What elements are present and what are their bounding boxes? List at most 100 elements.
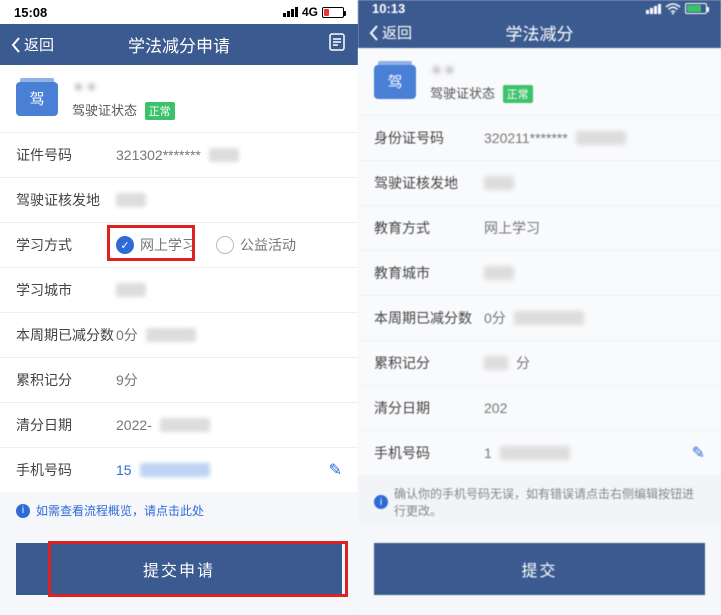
hint-row[interactable]: i 如需查看流程概览，请点击此处 xyxy=(0,492,358,523)
clear-label: 清分日期 xyxy=(374,398,484,418)
hint-text: 如需查看流程概览，请点击此处 xyxy=(36,502,204,519)
row-city: 学习城市 xyxy=(0,267,358,312)
cycle-label: 本周期已减分数 xyxy=(16,325,116,345)
cycle-value: 0分 xyxy=(116,325,138,345)
license-status-row: 驾驶证状态 正常 xyxy=(430,83,533,103)
city-value-masked xyxy=(484,266,514,280)
info-icon: i xyxy=(374,495,388,509)
page-title: 学法减分 xyxy=(506,20,574,45)
row-cycle: 本周期已减分数 0分 xyxy=(0,312,358,357)
id-value: 321302******* xyxy=(116,147,201,163)
form: 证件号码 321302******* 驾驶证核发地 学习方式 网上学习 公益活动… xyxy=(0,132,358,492)
status-indicators: 4G xyxy=(283,5,344,19)
row-method: 教育方式 网上学习 xyxy=(358,205,721,250)
masked xyxy=(140,463,210,477)
network-label: 4G xyxy=(302,5,318,19)
edit-icon[interactable]: ✎ xyxy=(692,443,705,463)
status-bar: 15:08 4G xyxy=(0,0,358,24)
edit-icon[interactable]: ✎ xyxy=(329,460,342,480)
chevron-left-icon xyxy=(368,24,380,42)
license-badge-icon: 驾 xyxy=(374,65,416,99)
signal-icon xyxy=(283,7,298,17)
wifi-icon xyxy=(665,3,681,15)
method-value: 网上学习 xyxy=(484,218,705,238)
issue-label: 驾驶证核发地 xyxy=(16,190,116,210)
clear-value: 2022- xyxy=(116,417,152,433)
nav-bar: 返回 学法减分申请 xyxy=(0,24,358,65)
row-phone: 手机号码 15 ✎ xyxy=(0,447,358,492)
chevron-left-icon xyxy=(10,36,22,54)
cycle-value: 0分 xyxy=(484,308,506,328)
submit-button[interactable]: 提交 xyxy=(374,543,705,595)
masked xyxy=(160,418,210,432)
cycle-label: 本周期已减分数 xyxy=(374,308,484,328)
phone-value: 1 xyxy=(484,445,492,461)
issue-value-masked xyxy=(116,193,146,207)
issue-label: 驾驶证核发地 xyxy=(374,173,484,193)
phone-label: 手机号码 xyxy=(16,460,116,480)
masked xyxy=(514,311,584,325)
page-title: 学法减分申请 xyxy=(128,32,230,57)
accum-value: 分 xyxy=(516,353,530,373)
row-phone: 手机号码 1 ✎ xyxy=(358,430,721,475)
radio-public[interactable]: 公益活动 xyxy=(216,235,296,255)
radio-checked-icon xyxy=(116,236,134,254)
status-badge: 正常 xyxy=(503,85,533,103)
masked xyxy=(146,328,196,342)
phone-value: 15 xyxy=(116,462,132,478)
info-icon: i xyxy=(16,504,30,518)
row-method: 学习方式 网上学习 公益活动 xyxy=(0,222,358,267)
user-name: ＊＊ xyxy=(430,60,533,79)
nav-bar: 返回 学法减分 xyxy=(358,18,721,48)
user-name: ＊＊ xyxy=(72,77,175,96)
phone-right: 10:13 返回 学法减分 驾 ＊＊ 驾驶证状态 正常 身份证号码 320211… xyxy=(358,0,721,615)
battery-icon xyxy=(322,7,344,18)
city-label: 学习城市 xyxy=(16,280,116,300)
back-button[interactable]: 返回 xyxy=(368,22,412,43)
accum-value: 9分 xyxy=(116,370,342,390)
accum-label: 累积记分 xyxy=(16,370,116,390)
row-cycle: 本周期已减分数 0分 xyxy=(358,295,721,340)
phone-label: 手机号码 xyxy=(374,443,484,463)
city-label: 教育城市 xyxy=(374,263,484,283)
profile-card: 驾 ＊＊ 驾驶证状态 正常 xyxy=(358,48,721,115)
status-bar: 10:13 xyxy=(358,0,721,18)
row-issue: 驾驶证核发地 xyxy=(358,160,721,205)
signal-icon xyxy=(646,4,661,14)
id-label: 证件号码 xyxy=(16,145,116,165)
clear-label: 清分日期 xyxy=(16,415,116,435)
radio-online-label: 网上学习 xyxy=(140,235,196,255)
document-icon[interactable] xyxy=(326,31,348,58)
radio-unchecked-icon xyxy=(216,236,234,254)
license-status-row: 驾驶证状态 正常 xyxy=(72,100,175,120)
back-label: 返回 xyxy=(382,22,412,43)
row-clear: 清分日期 2022- xyxy=(0,402,358,447)
submit-button[interactable]: 提交申请 xyxy=(16,543,342,595)
hint-row: i 确认你的手机号码无误，如有错误请点击右侧编辑按钮进行更改。 xyxy=(358,475,721,523)
row-id: 身份证号码 320211******* xyxy=(358,115,721,160)
row-city: 教育城市 xyxy=(358,250,721,295)
id-label: 身份证号码 xyxy=(374,128,484,148)
back-label: 返回 xyxy=(24,34,54,55)
issue-value-masked xyxy=(484,176,514,190)
battery-icon xyxy=(685,3,707,14)
masked xyxy=(500,446,570,460)
row-accum: 累积记分 9分 xyxy=(0,357,358,402)
row-accum: 累积记分 分 xyxy=(358,340,721,385)
form: 身份证号码 320211******* 驾驶证核发地 教育方式 网上学习 教育城… xyxy=(358,115,721,475)
radio-online[interactable]: 网上学习 xyxy=(116,235,196,255)
radio-public-label: 公益活动 xyxy=(240,235,296,255)
back-button[interactable]: 返回 xyxy=(10,34,54,55)
clear-value: 202 xyxy=(484,400,705,416)
status-time: 15:08 xyxy=(14,5,47,20)
license-badge-icon: 驾 xyxy=(16,82,58,116)
profile-card: 驾 ＊＊ 驾驶证状态 正常 xyxy=(0,65,358,132)
method-label: 学习方式 xyxy=(16,235,116,255)
row-clear: 清分日期 202 xyxy=(358,385,721,430)
status-indicators xyxy=(646,3,707,15)
status-time: 10:13 xyxy=(372,1,405,16)
id-value: 320211******* xyxy=(484,130,568,146)
phone-left: 15:08 4G 返回 学法减分申请 驾 ＊＊ 驾驶证状态 正常 证件号码 3 xyxy=(0,0,358,615)
city-value-masked xyxy=(116,283,146,297)
method-label: 教育方式 xyxy=(374,218,484,238)
